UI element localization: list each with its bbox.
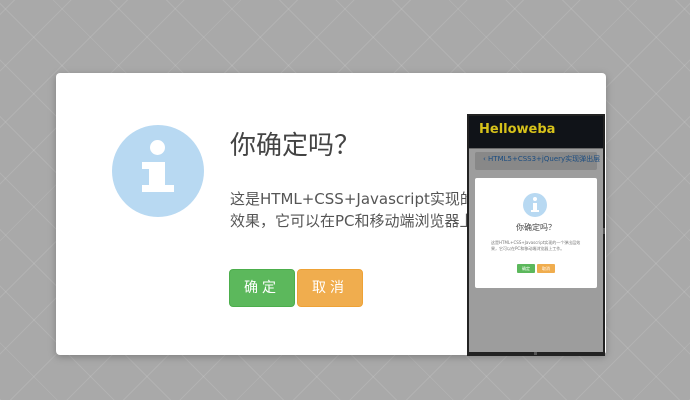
dialog-message-line-2: 效果，它可以在PC和移动端浏览器上 <box>230 212 470 230</box>
confirm-button[interactable]: 确定 <box>229 269 295 307</box>
site-logo[interactable]: Helloweba <box>479 122 555 137</box>
mobile-cancel-button[interactable]: 取消 <box>537 264 555 273</box>
cancel-button[interactable]: 取消 <box>297 269 363 307</box>
mobile-dialog-message: 这是HTML+CSS+Javascript实现的一个弹出层效果，它可以在PC和移… <box>491 240 581 251</box>
mobile-info-icon <box>523 193 547 217</box>
home-button <box>534 352 537 355</box>
mobile-header: Helloweba <box>469 116 603 148</box>
mobile-confirm-dialog: 你确定吗？ 这是HTML+CSS+Javascript实现的一个弹出层效果，它可… <box>475 178 597 288</box>
dialog-title: 你确定吗？ <box>230 131 361 161</box>
mobile-dialog-title: 你确定吗？ <box>516 223 556 232</box>
mobile-preview: Helloweba ‹ HTML5+CSS3+jQuery实现弹出层 你确定吗？… <box>467 114 605 356</box>
breadcrumb[interactable]: ‹ HTML5+CSS3+jQuery实现弹出层 <box>475 152 600 170</box>
dialog-message-line-1: 这是HTML+CSS+Javascript实现的 <box>230 190 470 208</box>
info-icon <box>112 125 204 217</box>
breadcrumb-link[interactable]: ‹ HTML5+CSS3+jQuery实现弹出层 <box>483 154 600 164</box>
side-button <box>603 228 605 234</box>
mobile-screen: Helloweba ‹ HTML5+CSS3+jQuery实现弹出层 你确定吗？… <box>469 116 603 352</box>
mobile-confirm-button[interactable]: 确定 <box>517 264 535 273</box>
dialog-message: 这是HTML+CSS+Javascript实现的 效果，它可以在PC和移动端浏览… <box>230 188 470 232</box>
